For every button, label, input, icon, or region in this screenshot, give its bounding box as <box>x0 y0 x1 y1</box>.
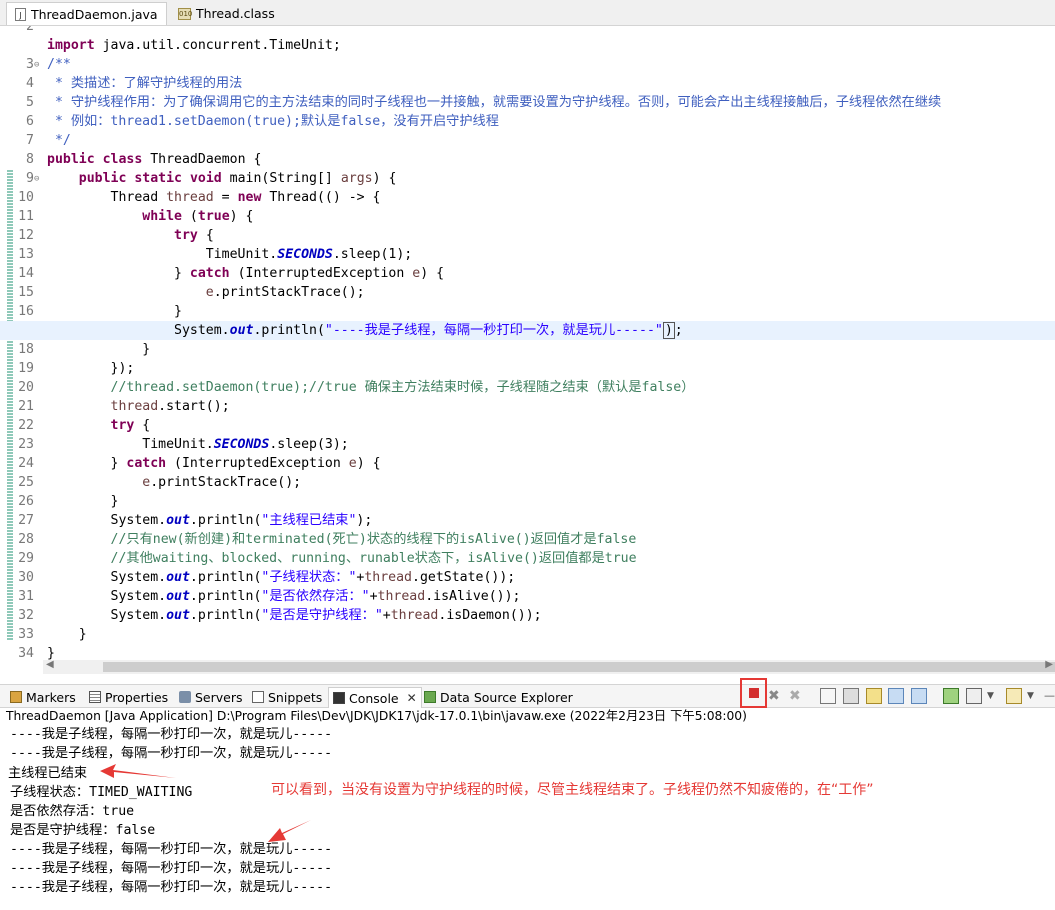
arrow-to-main-thread-ended <box>100 764 176 778</box>
arrow-to-child-output <box>268 820 311 842</box>
annotation-arrows <box>100 764 311 842</box>
annotation-text: 可以看到，当没有设置为守护线程的时候，尽管主线程结束了。子线程仍然不知疲倦的，在… <box>271 782 874 798</box>
